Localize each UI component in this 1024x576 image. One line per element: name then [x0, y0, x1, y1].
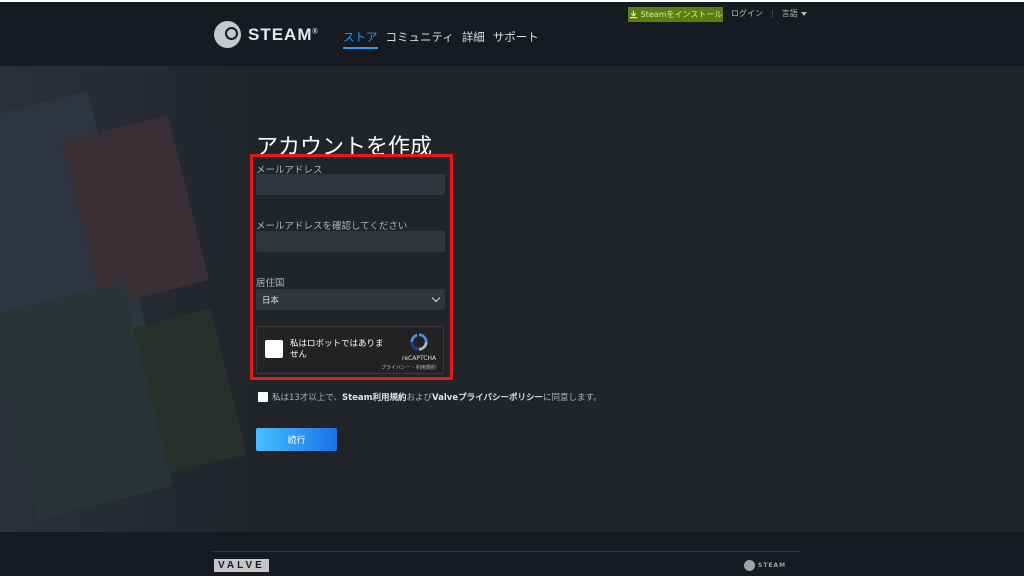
top-links: ログイン | 言語: [731, 8, 807, 19]
agree-suffix: に同意します。: [542, 393, 602, 403]
download-icon: [629, 10, 637, 19]
agree-middle: および: [406, 393, 433, 403]
nav-support[interactable]: サポート: [493, 29, 539, 49]
privacy-link[interactable]: Valveプライバシーポリシー: [432, 393, 543, 403]
agree-checkbox[interactable]: [258, 392, 268, 402]
footer-divider: [213, 551, 800, 552]
recaptcha-legal-links[interactable]: プライバシー - 利用規約: [381, 364, 436, 371]
caret-down-icon: [800, 11, 807, 16]
terms-link[interactable]: Steam利用規約: [342, 393, 407, 403]
agree-row: 私は13才以上で、Steam利用規約およびValveプライバシーポリシーに同意し…: [258, 391, 602, 403]
main-nav: ストア コミュニティ 詳細 サポート: [343, 29, 539, 49]
confirm-email-label: メールアドレスを確認してください: [256, 221, 408, 232]
background-art: [0, 66, 260, 532]
agree-text: 私は13才以上で、Steam利用規約およびValveプライバシーポリシーに同意し…: [272, 391, 602, 403]
country-select[interactable]: 日本: [256, 289, 445, 310]
steam-logo[interactable]: STEAM®: [214, 21, 319, 48]
global-header: STEAM® ストア コミュニティ 詳細 サポート Steamをインストール ロ…: [0, 2, 1024, 66]
background-card: [0, 282, 174, 520]
login-link[interactable]: ログイン: [731, 8, 763, 19]
continue-button[interactable]: 続行: [256, 428, 337, 451]
logo-text: STEAM: [248, 24, 313, 44]
valve-logo[interactable]: VALVE: [214, 559, 269, 572]
footer: VALVE STEAM: [0, 532, 1024, 576]
logo-mark: ®: [312, 27, 319, 35]
language-label: 言語: [781, 9, 798, 18]
recaptcha-checkbox[interactable]: [265, 340, 283, 358]
confirm-email-field[interactable]: [256, 231, 445, 252]
steam-logo-icon: [214, 21, 241, 48]
nav-community[interactable]: コミュニティ: [386, 29, 454, 49]
recaptcha-text: 私はロボットではありません: [290, 339, 384, 360]
recaptcha-widget: 私はロボットではありません reCAPTCHA プライバシー - 利用規約: [256, 326, 444, 374]
top-links-separator: |: [771, 9, 774, 18]
nav-about[interactable]: 詳細: [462, 29, 485, 49]
language-menu[interactable]: 言語: [782, 8, 807, 19]
footer-steam-text: STEAM: [758, 562, 787, 569]
install-steam-button[interactable]: Steamをインストール: [628, 7, 723, 22]
chevron-down-icon: [431, 293, 441, 303]
recaptcha-brand: reCAPTCHA: [402, 355, 437, 362]
country-selected-value: 日本: [262, 295, 280, 306]
country-label: 居住国: [256, 278, 285, 289]
install-steam-label: Steamをインストール: [640, 10, 723, 19]
main-content: アカウントを作成 メールアドレス メールアドレスを確認してください 居住国 日本…: [0, 66, 1024, 532]
agree-prefix: 私は13才以上で、: [272, 393, 342, 403]
footer-steam-logo[interactable]: STEAM: [744, 560, 786, 571]
recaptcha-icon: [410, 333, 428, 351]
steam-logo-icon: [744, 560, 755, 571]
nav-store[interactable]: ストア: [343, 29, 378, 49]
email-field[interactable]: [256, 174, 445, 195]
